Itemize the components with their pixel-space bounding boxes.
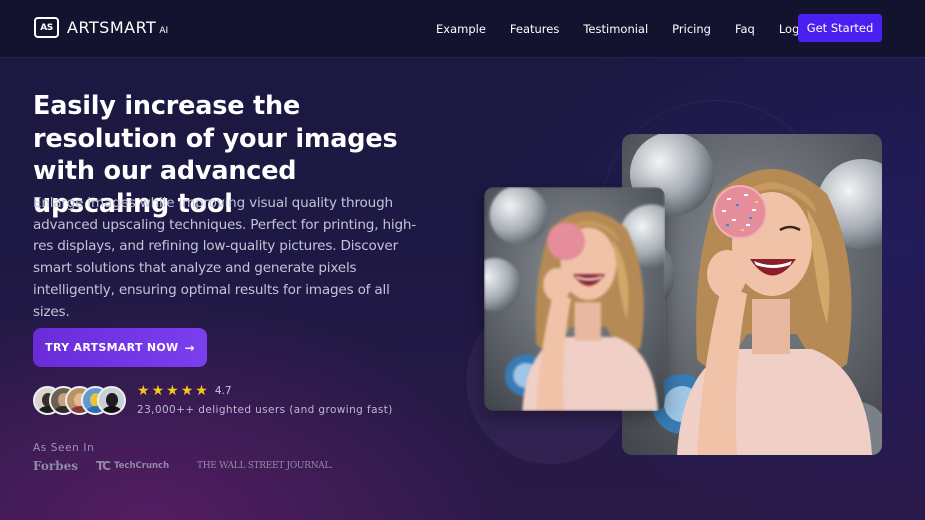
artsmart-logo[interactable]: AS ARTSMART AI [34,17,168,38]
rating-value: 4.7 [214,385,232,397]
try-artsmart-button[interactable]: TRY ARTSMART NOW → [33,328,207,367]
nav-links: Example Features Testimonial Pricing Faq… [436,0,834,57]
techcrunch-wordmark: TechCrunch [114,461,170,471]
star-icon: ★ [151,383,165,399]
star-icon: ★ [166,383,179,399]
original-photo [484,187,665,411]
logo-suffix: AI [159,25,169,36]
user-avatars [33,386,126,415]
arrow-right-icon: → [184,340,195,355]
techcrunch-logo: TC TechCrunch [96,459,197,473]
get-started-button[interactable]: Get Started [798,14,882,42]
forbes-logo: Forbes [33,459,78,473]
nav-link-features[interactable]: Features [510,22,559,36]
avatar [97,386,126,415]
as-seen-in-label: As Seen In [33,442,95,454]
original-photo-illustration [484,187,665,411]
users-count: 23,000++ delighted users (and growing fa… [137,404,393,416]
nav-link-testimonial[interactable]: Testimonial [583,22,648,36]
press-logos: Forbes TC TechCrunch THE WALL STREET JOU… [33,459,333,473]
techcrunch-mark-icon: TC [96,459,111,473]
top-navbar: AS ARTSMART AI Example Features Testimon… [0,0,925,57]
logo-text: ARTSMART [67,18,157,37]
star-rating: ★ ★ ★ ★ ★ 4.7 [137,383,232,399]
hero-description: Enlarge images while improving visual qu… [33,195,416,320]
nav-link-example[interactable]: Example [436,22,486,36]
try-artsmart-label: TRY ARTSMART NOW [45,341,179,354]
wsj-logo: THE WALL STREET JOURNAL. [197,461,333,471]
star-icon: ★ [180,383,194,399]
logo-mark-icon: AS [34,17,59,38]
star-icon: ★ [137,383,150,399]
nav-link-faq[interactable]: Faq [735,22,755,36]
star-icon: ★ [195,383,208,399]
nav-link-pricing[interactable]: Pricing [672,22,711,36]
